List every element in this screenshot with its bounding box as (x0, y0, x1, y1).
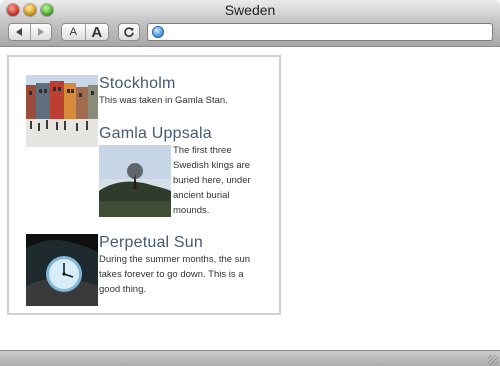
text-line: The first three (173, 145, 232, 156)
reload-button[interactable] (118, 23, 140, 41)
back-forward-group (8, 23, 52, 41)
text-line: mounds. (173, 205, 210, 216)
title-bar: Sweden (0, 0, 500, 20)
web-content: Stockholm This was taken in Gamla Stan. … (0, 47, 500, 350)
section-text-gamla-uppsala: The first three Swedish kings are buried… (173, 143, 277, 218)
text-line: ancient burial (173, 190, 230, 201)
window-title: Sweden (224, 2, 276, 18)
globe-icon (152, 26, 164, 38)
text-line: buried here, under (173, 175, 251, 186)
section-title-stockholm: Stockholm (99, 75, 176, 92)
perpetual-sun-photo (26, 234, 98, 306)
resize-grip-icon[interactable] (488, 355, 498, 365)
status-bar (0, 350, 500, 366)
text-smaller-button[interactable]: A (62, 24, 86, 40)
section-title-gamla-uppsala: Gamla Uppsala (99, 125, 212, 142)
text-line: During the summer months, the sun (99, 254, 251, 265)
section-text-perpetual-sun: During the summer months, the sun takes … (99, 252, 277, 297)
browser-window: Sweden A A Stockholm This was taken in G… (0, 0, 500, 366)
right-triangle-icon (37, 28, 44, 36)
text-line: Swedish kings are (173, 160, 251, 171)
section-text-stockholm: This was taken in Gamla Stan. (99, 95, 228, 106)
forward-button[interactable] (31, 24, 52, 40)
text-line: good thing. (99, 284, 147, 295)
text-line: takes forever to go down. This is a (99, 269, 244, 280)
toolbar: A A (0, 20, 500, 47)
back-button[interactable] (9, 24, 31, 40)
left-triangle-icon (16, 28, 23, 36)
text-size-group: A A (61, 23, 109, 41)
reload-icon (124, 27, 134, 37)
gamla-uppsala-photo (99, 145, 171, 217)
address-bar[interactable] (147, 23, 493, 41)
section-title-perpetual-sun: Perpetual Sun (99, 234, 204, 251)
stockholm-photo (26, 75, 98, 147)
text-larger-button[interactable]: A (86, 24, 109, 41)
